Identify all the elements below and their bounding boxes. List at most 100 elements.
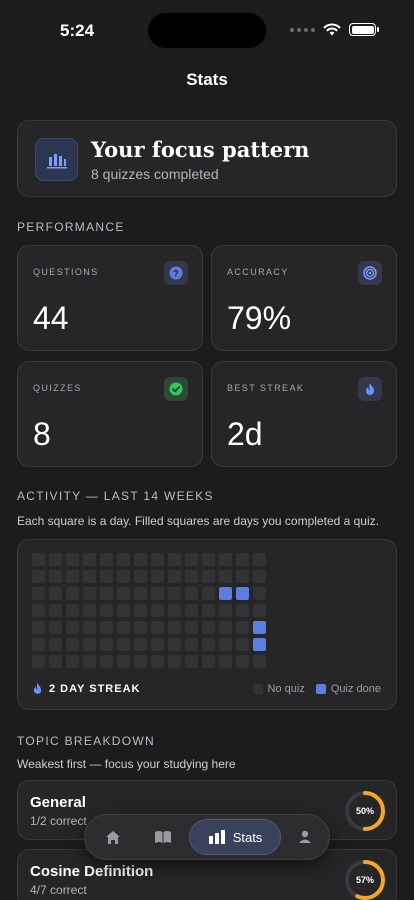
tab-bar: Stats [84,814,330,860]
activity-day-empty [66,570,79,583]
activity-day-empty [151,604,164,617]
stat-label: QUIZZES [33,383,82,393]
bar-chart-icon [35,138,78,181]
activity-heading: ACTIVITY — LAST 14 WEEKS [17,489,214,503]
activity-day-done [253,638,266,651]
activity-day-empty [32,638,45,651]
activity-day-empty [202,570,215,583]
battery-icon [349,23,379,36]
activity-card: 2 DAY STREAK No quiz Quiz done [17,539,397,710]
activity-day-empty [202,587,215,600]
topic-heading: TOPIC BREAKDOWN [17,734,155,748]
activity-day-empty [49,587,62,600]
activity-day-empty [49,638,62,651]
activity-day-empty [66,604,79,617]
activity-day-empty [151,553,164,566]
activity-day-empty [32,587,45,600]
quizzes-card: QUIZZES 8 [17,361,203,467]
topic-percent: 50% [355,806,374,816]
status-time: 5:24 [60,21,95,40]
activity-day-empty [49,570,62,583]
tab-learn[interactable] [145,819,181,855]
activity-day-empty [49,604,62,617]
home-icon [106,830,120,844]
activity-day-empty [253,553,266,566]
activity-day-empty [202,553,215,566]
activity-day-empty [168,553,181,566]
activity-day-empty [100,621,113,634]
legend-empty-label: No quiz [267,683,305,695]
performance-heading: PERFORMANCE [17,220,125,234]
activity-day-empty [49,655,62,668]
activity-day-empty [83,655,96,668]
activity-day-empty [168,604,181,617]
activity-day-empty [117,655,130,668]
tab-home[interactable] [95,819,131,855]
activity-day-empty [236,570,249,583]
activity-day-empty [32,655,45,668]
stat-value: 79% [227,300,292,336]
activity-day-empty [100,604,113,617]
activity-day-empty [185,570,198,583]
activity-day-empty [100,570,113,583]
flame-icon [358,377,382,401]
tab-profile[interactable] [287,819,323,855]
activity-day-empty [49,553,62,566]
wifi-icon [323,23,341,36]
activity-day-empty [185,621,198,634]
tab-stats-label: Stats [232,829,263,845]
tab-stats[interactable]: Stats [189,819,281,855]
activity-day-empty [117,570,130,583]
activity-day-done [219,587,232,600]
activity-day-empty [202,655,215,668]
topic-percent: 57% [355,875,374,885]
activity-day-empty [66,553,79,566]
status-indicators [290,23,379,36]
activity-day-empty [219,570,232,583]
activity-day-empty [236,553,249,566]
activity-day-empty [236,655,249,668]
topic-name: Cosine Definition [30,863,154,880]
activity-day-empty [117,553,130,566]
activity-day-empty [151,655,164,668]
activity-day-empty [168,587,181,600]
activity-day-empty [202,604,215,617]
activity-day-empty [219,655,232,668]
activity-day-empty [236,638,249,651]
signal-icon [290,27,315,32]
svg-text:?: ? [173,269,179,279]
activity-day-empty [134,638,147,651]
activity-day-empty [185,638,198,651]
dynamic-island [148,13,266,48]
activity-day-empty [219,553,232,566]
activity-day-done [253,621,266,634]
activity-day-empty [185,655,198,668]
activity-day-empty [202,638,215,651]
activity-day-empty [100,587,113,600]
activity-day-empty [83,570,96,583]
activity-legend: No quiz Quiz done [252,683,381,695]
activity-day-empty [83,638,96,651]
target-icon [358,261,382,285]
activity-day-empty [117,604,130,617]
activity-day-empty [236,621,249,634]
flame-icon [33,683,42,694]
activity-day-empty [134,570,147,583]
activity-day-empty [219,638,232,651]
stat-label: QUESTIONS [33,267,99,277]
streak-label: 2 DAY STREAK [49,682,141,695]
activity-day-empty [185,553,198,566]
topic-name: General [30,794,86,811]
activity-day-empty [236,604,249,617]
activity-day-empty [253,655,266,668]
activity-day-empty [32,604,45,617]
activity-day-empty [134,604,147,617]
activity-day-done [236,587,249,600]
activity-day-empty [49,621,62,634]
activity-day-empty [168,621,181,634]
activity-day-empty [185,604,198,617]
best-streak-card: BEST STREAK 2d [211,361,397,467]
activity-day-empty [134,621,147,634]
activity-day-empty [100,553,113,566]
activity-day-empty [134,553,147,566]
